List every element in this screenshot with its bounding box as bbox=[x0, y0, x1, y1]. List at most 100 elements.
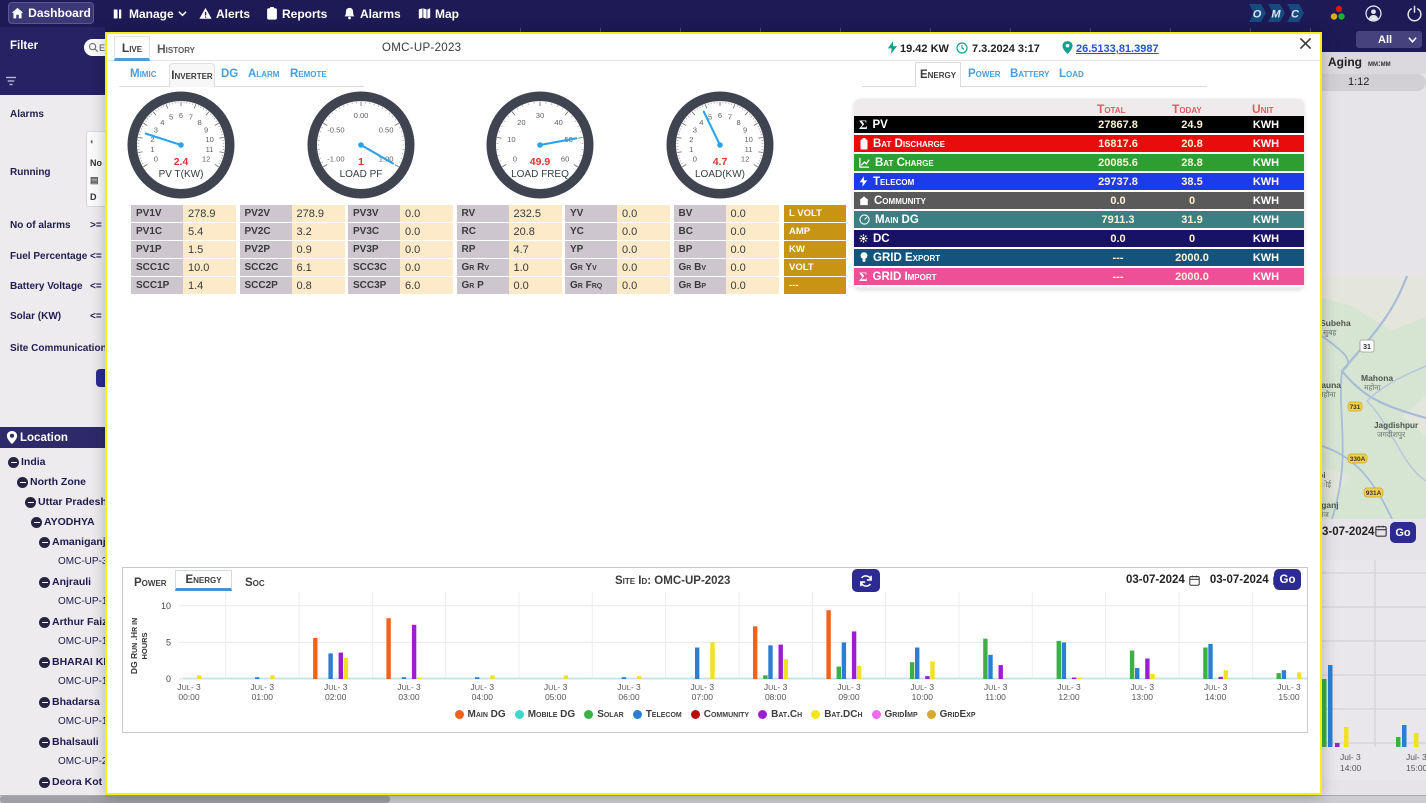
svg-text:JUL- 3: JUL- 3 bbox=[471, 682, 495, 692]
svg-text:0.00: 0.00 bbox=[354, 111, 369, 120]
svg-text:330A: 330A bbox=[1350, 456, 1366, 463]
svg-text:4.7: 4.7 bbox=[713, 156, 728, 168]
svg-text:JUL- 3: JUL- 3 bbox=[1277, 682, 1301, 692]
svg-text:0: 0 bbox=[154, 155, 158, 164]
svg-text:M: M bbox=[1271, 9, 1281, 21]
svg-text:931A: 931A bbox=[1366, 490, 1382, 497]
svg-text:15:00: 15:00 bbox=[1278, 692, 1300, 702]
svg-text:6: 6 bbox=[179, 111, 183, 120]
svg-text:6: 6 bbox=[718, 111, 722, 120]
svg-text:05:00: 05:00 bbox=[545, 692, 567, 702]
svg-text:महौना: महौना bbox=[1322, 390, 1337, 399]
svg-text:nganj: nganj bbox=[1322, 500, 1339, 510]
svg-text:14:00: 14:00 bbox=[1340, 763, 1362, 773]
svg-text:0: 0 bbox=[166, 674, 171, 684]
svg-text:60: 60 bbox=[561, 155, 569, 164]
svg-text:12: 12 bbox=[202, 155, 210, 164]
svg-text:C: C bbox=[1291, 9, 1300, 21]
svg-text:JUL- 3: JUL- 3 bbox=[177, 682, 201, 692]
svg-text:JUL- 3: JUL- 3 bbox=[397, 682, 421, 692]
svg-text:JUL- 3: JUL- 3 bbox=[764, 682, 788, 692]
svg-text:4: 4 bbox=[699, 118, 703, 127]
svg-text:10:00: 10:00 bbox=[912, 692, 934, 702]
svg-text:03:00: 03:00 bbox=[398, 692, 420, 702]
svg-text:LOAD(KW): LOAD(KW) bbox=[695, 169, 745, 180]
svg-text:40: 40 bbox=[554, 118, 562, 127]
svg-text:0: 0 bbox=[693, 155, 697, 164]
svg-text:JUL- 3: JUL- 3 bbox=[691, 682, 715, 692]
svg-text:1: 1 bbox=[358, 156, 364, 168]
svg-text:hauna: hauna bbox=[1322, 380, 1341, 390]
svg-text:10: 10 bbox=[161, 601, 171, 611]
svg-text:Jul- 3: Jul- 3 bbox=[1340, 752, 1361, 762]
svg-text:JUL- 3: JUL- 3 bbox=[1057, 682, 1081, 692]
svg-text:1: 1 bbox=[689, 145, 693, 154]
svg-text:11: 11 bbox=[745, 145, 753, 154]
svg-text:2.4: 2.4 bbox=[174, 156, 189, 168]
svg-text:9: 9 bbox=[204, 126, 208, 135]
svg-text:8: 8 bbox=[197, 118, 201, 127]
svg-text:ोई: ोई bbox=[1322, 480, 1332, 489]
svg-text:06:00: 06:00 bbox=[618, 692, 640, 702]
svg-text:00:00: 00:00 bbox=[178, 692, 200, 702]
svg-text:731: 731 bbox=[1350, 404, 1361, 411]
svg-text:14:00: 14:00 bbox=[1205, 692, 1227, 702]
svg-text:JUL- 3: JUL- 3 bbox=[544, 682, 568, 692]
svg-text:3: 3 bbox=[154, 126, 158, 135]
svg-text:0.50: 0.50 bbox=[379, 126, 394, 135]
svg-text:महोना: महोना bbox=[1364, 383, 1382, 392]
svg-text:-0.50: -0.50 bbox=[327, 126, 344, 135]
svg-text:8: 8 bbox=[736, 118, 740, 127]
svg-text:JUL- 3: JUL- 3 bbox=[984, 682, 1008, 692]
svg-text:04:00: 04:00 bbox=[472, 692, 494, 702]
svg-text:HOURS: HOURS bbox=[140, 632, 149, 659]
svg-text:31: 31 bbox=[1363, 344, 1371, 351]
svg-text:5: 5 bbox=[166, 637, 171, 647]
svg-text:01:00: 01:00 bbox=[252, 692, 274, 702]
svg-text:oi: oi bbox=[1322, 470, 1326, 480]
svg-text:JUL- 3: JUL- 3 bbox=[324, 682, 348, 692]
svg-text:11:00: 11:00 bbox=[985, 692, 1006, 702]
svg-text:7: 7 bbox=[189, 113, 193, 122]
svg-text:11: 11 bbox=[206, 145, 214, 154]
svg-text:1: 1 bbox=[150, 145, 154, 154]
svg-text:JUL- 3: JUL- 3 bbox=[837, 682, 861, 692]
svg-text:49.9: 49.9 bbox=[530, 156, 551, 168]
svg-text:10: 10 bbox=[507, 135, 515, 144]
svg-text:4: 4 bbox=[160, 118, 164, 127]
svg-text:30: 30 bbox=[536, 111, 544, 120]
svg-text:09:00: 09:00 bbox=[838, 692, 860, 702]
svg-text:DG RUN .HR IN: DG RUN .HR IN bbox=[129, 618, 139, 674]
svg-text:10: 10 bbox=[744, 135, 752, 144]
svg-text:Jagdishpur: Jagdishpur bbox=[1374, 421, 1419, 430]
svg-text:JUL- 3: JUL- 3 bbox=[1204, 682, 1228, 692]
svg-text:सुबह: सुबह bbox=[1323, 328, 1337, 338]
svg-text:Jul- 3: Jul- 3 bbox=[1406, 752, 1426, 762]
svg-text:JUL- 3: JUL- 3 bbox=[251, 682, 275, 692]
svg-text:20: 20 bbox=[517, 118, 525, 127]
svg-text:0: 0 bbox=[513, 155, 517, 164]
svg-text:02:00: 02:00 bbox=[325, 692, 347, 702]
svg-text:जगदीशपुर: जगदीशपुर bbox=[1377, 430, 1406, 440]
svg-text:JUL- 3: JUL- 3 bbox=[617, 682, 641, 692]
svg-text:07:00: 07:00 bbox=[692, 692, 714, 702]
svg-text:2: 2 bbox=[689, 135, 693, 144]
svg-text:5: 5 bbox=[169, 113, 173, 122]
svg-text:गंज: गंज bbox=[1322, 510, 1329, 519]
svg-text:9: 9 bbox=[743, 126, 747, 135]
svg-text:15:00: 15:00 bbox=[1406, 763, 1426, 773]
svg-text:-1.00: -1.00 bbox=[327, 155, 344, 164]
svg-text:08:00: 08:00 bbox=[765, 692, 787, 702]
svg-text:7: 7 bbox=[728, 113, 732, 122]
svg-text:Subeha: Subeha bbox=[1322, 318, 1351, 328]
svg-text:13:00: 13:00 bbox=[1132, 692, 1154, 702]
svg-text:12: 12 bbox=[741, 155, 749, 164]
svg-text:JUL- 3: JUL- 3 bbox=[911, 682, 935, 692]
svg-text:LOAD FREQ: LOAD FREQ bbox=[511, 169, 569, 180]
svg-text:O: O bbox=[1253, 9, 1262, 21]
svg-text:10: 10 bbox=[205, 135, 213, 144]
svg-text:3: 3 bbox=[693, 126, 697, 135]
svg-text:PV T(KW): PV T(KW) bbox=[159, 169, 204, 180]
svg-text:12:00: 12:00 bbox=[1058, 692, 1080, 702]
svg-text:LOAD PF: LOAD PF bbox=[340, 169, 383, 180]
